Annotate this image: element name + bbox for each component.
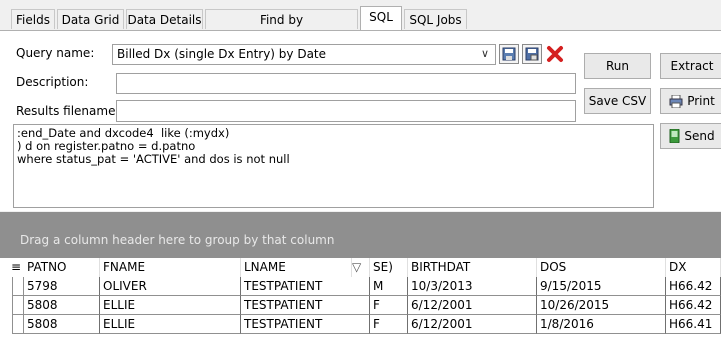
results-grid: ≡ PATNO FNAME LNAME ▽ SE) BIRTHDAT DOS D… <box>0 258 721 340</box>
extract-button[interactable]: Extract <box>660 53 721 79</box>
column-header[interactable]: DX <box>666 258 721 277</box>
group-by-hint: Drag a column header here to group by th… <box>20 233 335 247</box>
tab-sql-jobs[interactable]: SQL Jobs <box>404 9 467 29</box>
phone-icon <box>669 129 680 143</box>
table-cell[interactable]: H66.42 <box>666 296 721 315</box>
save-query-icon[interactable] <box>499 44 519 64</box>
tab-find-by-name[interactable]: Find by Name/Description <box>205 9 358 47</box>
table-cell[interactable]: 10/3/2013 <box>408 277 537 296</box>
column-header[interactable]: DOS <box>537 258 666 277</box>
query-name-label: Query name: <box>16 46 95 60</box>
row-indicator[interactable] <box>12 277 24 296</box>
table-row[interactable]: 5798 OLIVER TESTPATIENT M 10/3/2013 9/15… <box>0 277 721 296</box>
table-cell[interactable]: H66.41 <box>666 315 721 334</box>
table-cell[interactable]: F <box>370 296 408 315</box>
table-cell[interactable]: 6/12/2001 <box>408 315 537 334</box>
table-cell[interactable]: 9/15/2015 <box>537 277 666 296</box>
save-csv-button[interactable]: Save CSV <box>584 88 651 114</box>
description-field[interactable] <box>116 73 576 94</box>
row-indicator[interactable] <box>12 315 24 334</box>
table-cell[interactable]: TESTPATIENT <box>241 296 370 315</box>
filter-icon[interactable]: ▽ <box>352 258 370 277</box>
chevron-down-icon[interactable]: ∨ <box>481 45 489 63</box>
tab-bar: Fields Data Grid Data Details Find by Na… <box>0 0 721 47</box>
delete-query-icon[interactable] <box>545 44 565 64</box>
table-cell[interactable]: ELLIE <box>100 315 241 334</box>
run-button[interactable]: Run <box>584 53 651 79</box>
table-cell[interactable]: TESTPATIENT <box>241 315 370 334</box>
table-row[interactable]: 5808 ELLIE TESTPATIENT F 6/12/2001 1/8/2… <box>0 315 721 334</box>
sql-line: where status_pat = 'ACTIVE' and dos is n… <box>17 152 290 166</box>
sql-editor[interactable]: :end_Date and dxcode4 like (:mydx) ) d o… <box>13 124 654 208</box>
tab-fields[interactable]: Fields <box>11 9 55 29</box>
table-row[interactable]: 5808 ELLIE TESTPATIENT F 6/12/2001 10/26… <box>0 296 721 315</box>
group-by-area[interactable]: Drag a column header here to group by th… <box>0 212 721 258</box>
query-name-value: Billed Dx (single Dx Entry) by Date <box>117 47 327 61</box>
table-cell[interactable]: 10/26/2015 <box>537 296 666 315</box>
table-cell[interactable]: 1/8/2016 <box>537 315 666 334</box>
table-cell[interactable]: 5798 <box>24 277 100 296</box>
table-cell[interactable]: TESTPATIENT <box>241 277 370 296</box>
column-header[interactable]: LNAME <box>241 258 352 277</box>
table-cell[interactable]: 6/12/2001 <box>408 296 537 315</box>
sql-panel: Query name: Billed Dx (single Dx Entry) … <box>0 31 721 211</box>
column-header[interactable]: BIRTHDAT <box>408 258 537 277</box>
table-cell[interactable]: H66.42 <box>666 277 721 296</box>
description-label: Description: <box>16 75 89 89</box>
table-cell[interactable]: OLIVER <box>100 277 241 296</box>
printer-icon <box>669 94 683 108</box>
table-cell[interactable]: 5808 <box>24 296 100 315</box>
column-header[interactable]: FNAME <box>100 258 241 277</box>
tab-sql[interactable]: SQL <box>360 6 402 31</box>
column-chooser-icon[interactable]: ≡ <box>0 258 26 277</box>
results-filename-field[interactable] <box>116 100 576 122</box>
send-button[interactable]: Send <box>660 123 721 149</box>
table-cell[interactable]: M <box>370 277 408 296</box>
tab-data-grid[interactable]: Data Grid <box>57 9 124 29</box>
table-cell[interactable]: F <box>370 315 408 334</box>
print-button[interactable]: Print <box>660 88 721 114</box>
results-filename-label: Results filename: <box>16 104 120 118</box>
query-name-combo[interactable]: Billed Dx (single Dx Entry) by Date ∨ <box>112 44 496 65</box>
column-header[interactable]: PATNO <box>24 258 100 277</box>
table-cell[interactable]: ELLIE <box>100 296 241 315</box>
table-cell[interactable]: 5808 <box>24 315 100 334</box>
tab-data-details[interactable]: Data Details <box>126 9 203 29</box>
save-as-query-icon[interactable] <box>522 44 542 64</box>
column-header[interactable]: SE) <box>370 258 408 277</box>
row-indicator[interactable] <box>12 296 24 315</box>
